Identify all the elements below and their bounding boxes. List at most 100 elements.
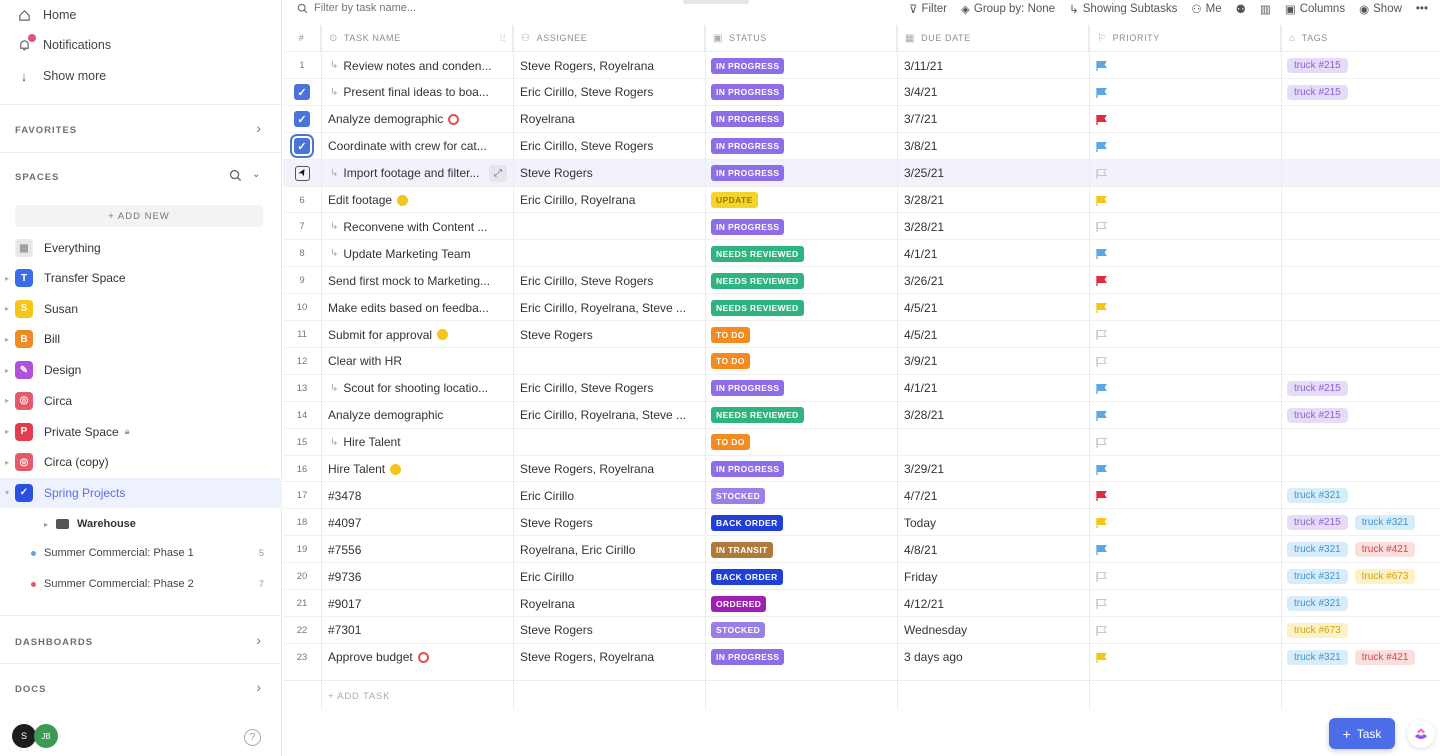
assignee-cell[interactable]: Steve Rogers — [513, 321, 705, 348]
task-name[interactable]: Hire Talent — [343, 435, 400, 449]
status-badge[interactable]: UPDATE — [711, 192, 758, 208]
due-date-cell[interactable]: 4/12/21 — [897, 590, 1089, 617]
avatar[interactable]: S — [12, 724, 36, 748]
task-name[interactable]: Update Marketing Team — [343, 247, 470, 261]
task-name[interactable]: Hire Talent — [328, 462, 385, 476]
due-date-cell[interactable]: 4/8/21 — [897, 536, 1089, 563]
task-name[interactable]: Review notes and conden... — [343, 59, 491, 73]
task-name-cell[interactable]: #9736 — [321, 563, 513, 590]
table-row[interactable]: 21 #9017 Royelrana ORDERED 4/12/21 truck #321 — [283, 589, 1440, 616]
space-item[interactable]: ▸ P Private Space 🔒︎ — [0, 417, 282, 447]
table-row[interactable]: 10 Make edits based on feedba... Eric Ciri… — [283, 293, 1440, 320]
table-row[interactable]: ✓ Analyze demographic Royelrana IN PROGRESS… — [283, 104, 1440, 133]
status-badge[interactable]: IN PROGRESS — [711, 380, 785, 397]
task-name[interactable]: Clear with HR — [328, 354, 402, 368]
status-cell[interactable]: STOCKED — [705, 617, 897, 644]
priority-cell[interactable] — [1089, 536, 1281, 563]
priority-cell[interactable] — [1089, 375, 1281, 402]
due-date-cell[interactable]: 3/28/21 — [897, 213, 1089, 240]
task-name[interactable]: Scout for shooting locatio... — [343, 381, 488, 395]
caret-icon[interactable]: ▸ — [0, 366, 14, 375]
due-date-cell[interactable]: 3/9/21 — [897, 348, 1089, 375]
tag-chip[interactable]: truck #321 — [1287, 488, 1348, 504]
due-date-cell[interactable]: 3/4/21 — [897, 79, 1089, 106]
columns-button[interactable]: ▣ Columns — [1285, 2, 1345, 16]
priority-flag-icon[interactable] — [1096, 437, 1107, 448]
task-name-cell[interactable]: ↳ Update Marketing Team — [321, 240, 513, 267]
tags-cell[interactable] — [1281, 133, 1440, 160]
priority-flag-icon[interactable] — [1096, 383, 1107, 394]
due-date-cell[interactable]: 4/5/21 — [897, 294, 1089, 321]
status-badge[interactable]: IN PROGRESS — [711, 649, 785, 666]
subtasks-button[interactable]: ↳ Showing Subtasks — [1069, 2, 1177, 16]
status-badge[interactable]: IN PROGRESS — [711, 84, 785, 101]
tags-cell[interactable] — [1281, 321, 1440, 348]
table-row[interactable]: ✓ ↳ Present final ideas to boa... Eric Ciri… — [283, 77, 1440, 106]
status-badge[interactable]: IN PROGRESS — [711, 57, 785, 74]
assignee-cell[interactable]: Steve Rogers, Royelrana — [513, 52, 705, 79]
table-row[interactable]: ✓ Coordinate with crew for cat... Eric Cir… — [283, 131, 1440, 160]
space-item[interactable]: ▸ ✎ Design — [0, 355, 282, 385]
table-row[interactable]: 22 #7301 Steve Rogers STOCKED Wednesday truck… — [283, 615, 1440, 644]
priority-flag-icon[interactable] — [1096, 60, 1107, 71]
status-badge[interactable]: BACK ORDER — [711, 514, 783, 531]
assignee-cell[interactable]: Eric Cirillo, Steve Rogers — [513, 267, 705, 294]
status-cell[interactable]: NEEDS REVIEWED — [705, 267, 897, 294]
tag-chip[interactable]: truck #421 — [1354, 649, 1416, 665]
status-cell[interactable]: TO DO — [705, 348, 897, 375]
priority-cell[interactable] — [1089, 79, 1281, 106]
assignee-cell[interactable]: Eric Cirillo, Royelrana — [513, 187, 705, 214]
assignee-cell[interactable]: Eric Cirillo, Steve Rogers — [513, 79, 705, 106]
space-item[interactable]: ▾ ✓ Spring Projects — [0, 477, 282, 508]
assignee-cell[interactable]: Steve Rogers — [513, 160, 705, 187]
tag-chip[interactable]: truck #215 — [1287, 84, 1348, 100]
table-row[interactable]: 14 Analyze demographic Eric Cirillo, Royel… — [283, 400, 1440, 428]
status-cell[interactable]: IN PROGRESS — [705, 106, 897, 133]
table-row[interactable]: 23 Approve budget Steve Rogers, Royelrana I… — [283, 642, 1440, 670]
task-name-cell[interactable]: ↳ Present final ideas to boa... — [321, 79, 513, 106]
task-name[interactable]: Coordinate with crew for cat... — [328, 139, 487, 153]
status-badge[interactable]: STOCKED — [711, 487, 766, 504]
due-date-cell[interactable]: 3/11/21 — [897, 52, 1089, 79]
tag-chip[interactable]: truck #215 — [1287, 407, 1348, 423]
help-icon[interactable]: ? — [244, 729, 261, 746]
task-name-cell[interactable]: ↳ Review notes and conden... — [321, 52, 513, 79]
status-cell[interactable]: BACK ORDER — [705, 563, 897, 590]
chevron-down-icon[interactable]: ⌄ — [252, 169, 260, 180]
task-name-cell[interactable]: Edit footage — [321, 187, 513, 214]
task-name[interactable]: #9017 — [328, 597, 361, 611]
assignee-cell[interactable]: Steve Rogers — [513, 509, 705, 536]
priority-flag-icon[interactable] — [1096, 168, 1107, 179]
group-by-button[interactable]: ◈ Group by: None — [961, 2, 1055, 16]
priority-flag-icon[interactable] — [1096, 464, 1107, 475]
caret-icon[interactable]: ▸ — [0, 274, 14, 283]
status-badge[interactable]: NEEDS REVIEWED — [711, 299, 804, 316]
priority-cell[interactable] — [1089, 590, 1281, 617]
status-badge[interactable]: BACK ORDER — [711, 568, 783, 585]
due-date-cell[interactable]: Today — [897, 509, 1089, 536]
table-row[interactable]: 1 ↳ Review notes and conden... Steve Rogers… — [283, 51, 1440, 78]
space-item[interactable]: ▸ ◎ Circa (copy) — [0, 447, 282, 477]
due-date-cell[interactable]: 4/1/21 — [897, 240, 1089, 267]
table-row[interactable]: 17 #3478 Eric Cirillo STOCKED 4/7/21 truck #3… — [283, 481, 1440, 508]
board-icon[interactable]: ▥ — [1260, 2, 1271, 16]
tags-cell[interactable] — [1281, 187, 1440, 214]
priority-flag-icon[interactable] — [1096, 598, 1107, 609]
priority-flag-icon[interactable] — [1096, 221, 1107, 233]
status-badge[interactable]: TO DO — [711, 326, 750, 343]
priority-flag-icon[interactable] — [1096, 141, 1107, 152]
table-row[interactable]: 9 Send first mock to Marketing... Eric Cir… — [283, 266, 1440, 293]
status-badge[interactable]: IN PROGRESS — [711, 111, 785, 128]
tags-cell[interactable]: truck #215 — [1281, 52, 1440, 79]
task-name[interactable]: #3478 — [328, 489, 361, 503]
assignee-cell[interactable]: Royelrana, Eric Cirillo — [513, 536, 705, 563]
status-badge[interactable]: IN PROGRESS — [711, 461, 785, 477]
list-item[interactable]: Summer Commercial: Phase 1 5 — [0, 541, 282, 565]
tag-chip[interactable]: truck #321 — [1354, 515, 1416, 531]
tag-chip[interactable]: truck #215 — [1287, 380, 1348, 396]
status-cell[interactable]: IN PROGRESS — [705, 456, 897, 483]
priority-cell[interactable] — [1089, 240, 1281, 267]
search-input[interactable] — [314, 2, 494, 14]
status-badge[interactable]: STOCKED — [711, 622, 766, 639]
priority-flag-icon[interactable] — [1096, 302, 1107, 314]
